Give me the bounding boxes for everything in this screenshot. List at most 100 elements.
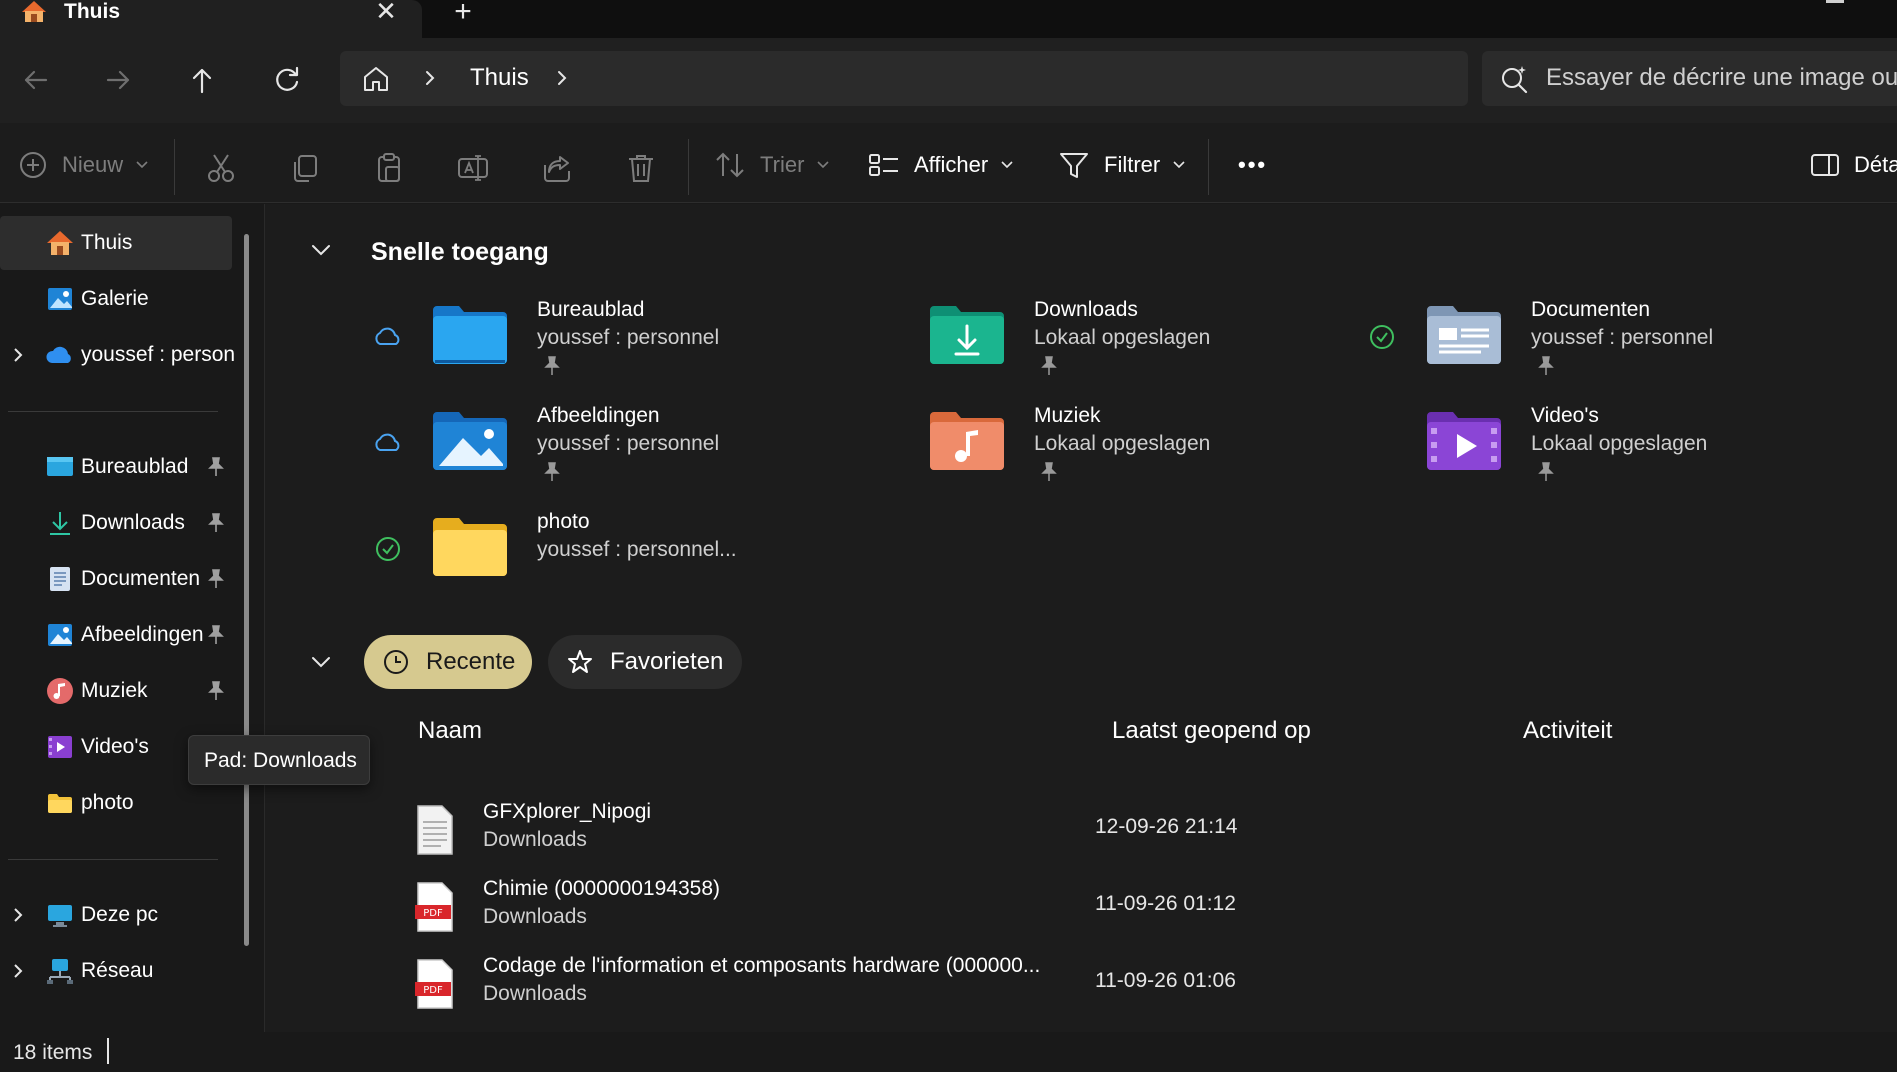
- quick-access-photo[interactable]: photo youssef : personnel...: [371, 506, 831, 602]
- ai-search-icon: [1502, 66, 1528, 94]
- chevron-right-icon[interactable]: [10, 960, 26, 982]
- sidebar-item-afbeeldingen[interactable]: Afbeeldingen: [0, 608, 232, 662]
- search-input[interactable]: Essayer de décrire une image ou: [1546, 61, 1897, 95]
- quick-access-videos[interactable]: Video's Lokaal opgeslagen: [1365, 400, 1825, 496]
- quick-access-afbeeldingen[interactable]: Afbeeldingen youssef : personnel: [371, 400, 831, 496]
- sidebar-item-reseau[interactable]: Réseau: [0, 944, 232, 998]
- recent-file-row[interactable]: GFXplorer_Nipogi Downloads 12-09-26 21:1…: [415, 798, 1715, 874]
- new-button[interactable]: Nieuw: [18, 147, 149, 183]
- sidebar-item-deze-pc[interactable]: Deze pc: [0, 888, 232, 942]
- chevron-right-icon[interactable]: [10, 904, 26, 926]
- cloud-icon: [375, 433, 400, 451]
- cloud-icon: [375, 327, 400, 345]
- copy-icon[interactable]: [288, 150, 322, 186]
- sidebar-divider: [8, 411, 218, 412]
- tab-favorites[interactable]: Favorieten: [548, 635, 742, 689]
- cut-icon[interactable]: [204, 150, 238, 186]
- new-tab-button[interactable]: +: [447, 0, 479, 27]
- back-arrow-icon[interactable]: [16, 60, 56, 100]
- home-icon: [22, 1, 46, 22]
- forward-arrow-icon[interactable]: [98, 60, 138, 100]
- qa-name: Muziek: [1034, 404, 1101, 427]
- pin-icon[interactable]: [206, 680, 226, 702]
- pin-icon: [544, 462, 560, 481]
- chevron-down-icon: [817, 161, 829, 169]
- documents-icon: [50, 567, 70, 591]
- chevron-right-icon[interactable]: [552, 63, 572, 93]
- tab-label: Recente: [426, 648, 516, 675]
- qa-name: photo: [537, 510, 590, 533]
- star-icon: [568, 650, 592, 673]
- chevron-down-icon: [1173, 161, 1185, 169]
- close-tab-icon[interactable]: ✕: [372, 0, 400, 24]
- view-button[interactable]: Afficher: [868, 147, 1014, 183]
- pin-icon[interactable]: [206, 624, 226, 646]
- delete-icon[interactable]: [624, 150, 658, 186]
- minimize-icon[interactable]: [1826, 0, 1844, 3]
- sort-button[interactable]: Trier: [714, 147, 830, 183]
- address-bar[interactable]: Thuis: [340, 51, 1468, 106]
- tab-label: Favorieten: [610, 648, 724, 675]
- sidebar-item-bureaublad[interactable]: Bureaublad: [0, 440, 232, 494]
- quick-access-muziek[interactable]: Muziek Lokaal opgeslagen: [868, 400, 1328, 496]
- collapse-chevron-icon[interactable]: [307, 236, 335, 264]
- pin-icon[interactable]: [206, 512, 226, 534]
- search-box[interactable]: Essayer de décrire une image ou: [1482, 51, 1897, 106]
- tooltip-text: Pad: Downloads: [204, 749, 357, 772]
- refresh-icon[interactable]: [267, 60, 307, 100]
- divider: [1208, 139, 1209, 195]
- filter-label: Filtrer: [1104, 152, 1161, 177]
- more-options-button[interactable]: •••: [1238, 147, 1267, 183]
- column-header-activity[interactable]: Activiteit: [1523, 715, 1612, 747]
- breadcrumb-thuis[interactable]: Thuis: [470, 61, 529, 95]
- column-header-last-opened[interactable]: Laatst geopend op: [1112, 715, 1311, 747]
- pc-icon: [48, 905, 72, 927]
- sidebar-item-label: Video's: [81, 735, 149, 758]
- videos-folder-icon: [1427, 412, 1501, 470]
- details-pane-button[interactable]: Déta: [1810, 147, 1897, 183]
- sidebar-item-muziek[interactable]: Muziek: [0, 664, 232, 718]
- collapse-chevron-icon[interactable]: [307, 648, 335, 676]
- chevron-down-icon: [1001, 161, 1013, 169]
- qa-name: Afbeeldingen: [537, 404, 660, 427]
- content-area: Snelle toegang Bureaublad youssef : pers…: [264, 204, 1897, 1032]
- sidebar-item-label: Galerie: [81, 287, 149, 310]
- up-arrow-icon[interactable]: [182, 60, 222, 100]
- desktop-icon: [47, 457, 73, 476]
- pictures-icon: [48, 624, 72, 646]
- file-location: Downloads: [483, 905, 587, 928]
- chevron-right-icon[interactable]: [10, 344, 26, 366]
- sidebar-item-thuis[interactable]: Thuis: [0, 216, 232, 270]
- chevron-right-icon[interactable]: [420, 63, 440, 93]
- svg-text:PDF: PDF: [423, 985, 443, 996]
- share-icon[interactable]: [540, 150, 574, 186]
- sidebar-item-onedrive[interactable]: youssef : person: [0, 328, 236, 382]
- paste-icon[interactable]: [372, 150, 406, 186]
- column-header-name[interactable]: Naam: [418, 715, 482, 747]
- qa-name: Bureaublad: [537, 298, 645, 321]
- tab-thuis[interactable]: Thuis ✕: [0, 0, 422, 38]
- sidebar-item-downloads[interactable]: Downloads: [0, 496, 232, 550]
- quick-access-bureaublad[interactable]: Bureaublad youssef : personnel: [371, 294, 831, 390]
- sidebar-scrollbar[interactable]: [244, 234, 249, 946]
- qa-name: Video's: [1531, 404, 1599, 427]
- quick-access-downloads[interactable]: Downloads Lokaal opgeslagen: [868, 294, 1328, 390]
- text-file-icon: [417, 805, 453, 855]
- pin-icon: [544, 356, 560, 375]
- pin-icon[interactable]: [206, 456, 226, 478]
- filter-button[interactable]: Filtrer: [1058, 147, 1186, 183]
- tab-recent[interactable]: Recente: [364, 635, 532, 689]
- sidebar-item-galerie[interactable]: Galerie: [0, 272, 232, 326]
- recent-file-row[interactable]: PDF Chimie (0000000194358) Downloads 11-…: [415, 875, 1715, 951]
- recent-file-row[interactable]: PDF Codage de l'information et composant…: [415, 952, 1715, 1028]
- sidebar-item-label: youssef : person: [81, 343, 236, 366]
- quick-access-documenten[interactable]: Documenten youssef : personnel: [1365, 294, 1825, 390]
- home-outline-icon[interactable]: [360, 63, 392, 95]
- qa-name: Documenten: [1531, 298, 1651, 321]
- file-location: Downloads: [483, 828, 587, 851]
- pin-icon: [1041, 356, 1057, 375]
- sidebar-item-documenten[interactable]: Documenten: [0, 552, 232, 606]
- rename-icon[interactable]: [456, 150, 490, 186]
- sidebar-divider: [8, 859, 218, 860]
- pin-icon[interactable]: [206, 568, 226, 590]
